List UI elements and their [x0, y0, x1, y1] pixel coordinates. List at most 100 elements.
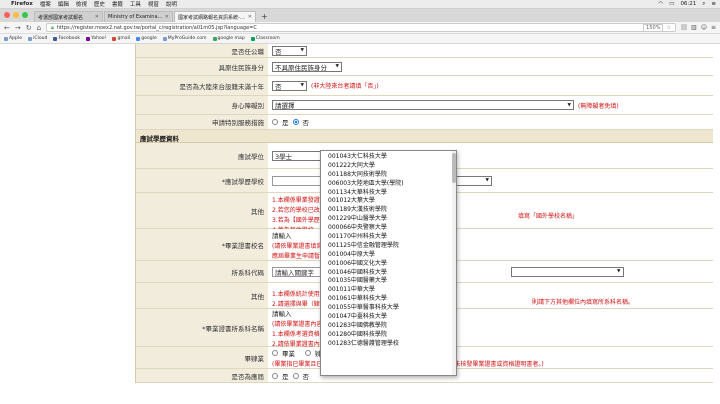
lock-icon: 🔒︎: [51, 24, 54, 31]
battery-icon[interactable]: ▭: [669, 1, 674, 7]
dropdown-option[interactable]: 001229中山醫學大學: [321, 213, 456, 222]
menu-file[interactable]: 檔案: [40, 0, 51, 8]
dropdown-option[interactable]: 001283仁德醫護管理學校: [321, 338, 456, 347]
dept-select[interactable]: ▼: [510, 266, 624, 277]
app-menu[interactable]: Firefox: [11, 1, 33, 7]
dropdown-option[interactable]: 001188大同技術學院: [321, 169, 456, 178]
aboriginal-select[interactable]: 不具原住民族身分 ▼: [272, 61, 342, 72]
menu-window[interactable]: 視窗: [148, 0, 159, 8]
library-icon[interactable]: |||: [681, 24, 687, 31]
dropdown-option[interactable]: 001012大葉大學: [321, 195, 456, 204]
window-controls: [4, 12, 28, 18]
tab-title: Ministry of Examination: [108, 14, 163, 20]
cert-school-input[interactable]: 請輸入: [272, 230, 292, 240]
school-keyword-input[interactable]: [272, 175, 326, 186]
bookmark-item[interactable]: google map: [212, 36, 245, 41]
bookmark-item[interactable]: Yahoo!: [86, 36, 106, 41]
radio-label: 否: [302, 119, 310, 127]
disability-select[interactable]: 請選擇 ▼: [272, 100, 574, 110]
graduate-yes-radio[interactable]: [272, 372, 278, 379]
bookmark-icon: [28, 36, 33, 41]
menu-history[interactable]: 歷史: [94, 0, 105, 8]
special-no-radio[interactable]: [292, 119, 299, 125]
hamburger-menu-icon[interactable]: ≡: [711, 24, 716, 31]
tab-strip: 考選部國家考試報名 ✕ Ministry of Examination ✕ 國家…: [0, 9, 720, 22]
cert-dept-input[interactable]: 請輸入: [272, 308, 292, 318]
dropdown-option[interactable]: 001170中州科技大學: [321, 231, 456, 240]
back-icon[interactable]: ←: [4, 24, 10, 32]
field-label: 所系科代碼: [136, 261, 268, 282]
menu-help[interactable]: 說明: [166, 0, 177, 8]
dropdown-option[interactable]: 001280中國科技學院: [321, 329, 456, 338]
tab-0[interactable]: 考選部國家考試報名 ✕: [34, 11, 103, 22]
graduate-no-radio[interactable]: [292, 372, 299, 379]
chevron-down-icon: ▼: [300, 48, 304, 53]
dropdown-option[interactable]: 001055中華醫事科技大學: [321, 302, 456, 311]
account-icon[interactable]: ☺: [701, 24, 707, 31]
field-label: *畢業證書校名: [136, 229, 268, 260]
dropdown-option[interactable]: 001035中國醫藥大學: [321, 275, 456, 284]
bookmark-item[interactable]: Apple: [4, 36, 22, 41]
menu-bookmarks[interactable]: 書籤: [112, 0, 123, 8]
disability-note: (無障礙者免填): [578, 102, 619, 110]
dropdown-option[interactable]: 001006中國文化大學: [321, 258, 456, 267]
dropdown-option[interactable]: 001061中華科技大學: [321, 293, 456, 302]
close-icon[interactable]: ✕: [165, 14, 169, 20]
special-yes-radio[interactable]: [272, 119, 278, 125]
dropdown-option[interactable]: 001046中國科技大學: [321, 267, 456, 276]
wifi-icon[interactable]: ◠: [658, 1, 663, 7]
minimize-window-icon[interactable]: [13, 12, 19, 18]
mainland-select[interactable]: 否 ▼: [272, 80, 307, 91]
bookmark-item[interactable]: Facebook: [53, 36, 80, 41]
tab-2[interactable]: 國家考試網路報名資訊系統-基本資料 ✕: [174, 11, 256, 22]
public-servant-select[interactable]: 否 ▼: [272, 45, 307, 56]
close-window-icon[interactable]: [4, 12, 10, 18]
radio-label: 畢業: [282, 349, 295, 358]
url-bar[interactable]: 🔒︎ https://register.moex2.nat.gov.tw/por…: [46, 23, 676, 32]
dropdown-option[interactable]: 001043大仁科技大學: [321, 151, 456, 160]
menu-tools[interactable]: 工具: [130, 0, 141, 8]
close-icon[interactable]: ✕: [95, 14, 99, 20]
dropdown-option[interactable]: 001283中國佛教學院: [321, 320, 456, 329]
menu-view[interactable]: 檢視: [76, 0, 87, 8]
radio-label: 否: [302, 372, 310, 381]
dropdown-option[interactable]: 001011中華大學: [321, 284, 456, 293]
menubar-status: ◠ ▭ 06:21 ⌕ ≡: [658, 1, 716, 8]
reload-icon[interactable]: ↻: [26, 24, 32, 32]
bookmark-icon: [112, 36, 117, 41]
maximize-window-icon[interactable]: [22, 12, 28, 18]
search-icon[interactable]: ⌕: [702, 1, 705, 8]
dropdown-option[interactable]: 001125中信金融管理學院: [321, 240, 456, 249]
school-dropdown-list[interactable]: 001043大仁科技大學 001222大同大學 001188大同技術學院 006003…: [320, 150, 457, 376]
menu-list-icon[interactable]: ≡: [711, 1, 716, 7]
bookmark-star-icon[interactable]: ☆: [666, 25, 670, 31]
bookmark-item[interactable]: MyProGuide.com: [162, 36, 207, 41]
dropdown-option[interactable]: 001222大同大學: [321, 160, 456, 169]
tab-1[interactable]: Ministry of Examination ✕: [104, 11, 173, 22]
bookmark-item[interactable]: gmail: [112, 36, 130, 41]
dropdown-option[interactable]: 001134大華科技大學: [321, 187, 456, 196]
scrollbar-thumb[interactable]: [452, 153, 456, 183]
sidebar-icon[interactable]: ▥: [691, 24, 697, 31]
graduated-radio[interactable]: [272, 349, 278, 356]
dropdown-option[interactable]: 001004中原大學: [321, 249, 456, 258]
bookmark-item[interactable]: google: [136, 36, 157, 41]
chevron-down-icon: ▼: [617, 269, 621, 274]
dropdown-option[interactable]: 006003大陸地區大學(學院): [321, 178, 456, 187]
dropout-radio[interactable]: [305, 349, 311, 356]
forward-icon[interactable]: →: [15, 24, 21, 32]
bookmark-item[interactable]: iCloud: [28, 36, 47, 41]
bookmark-item[interactable]: Classroom: [250, 36, 280, 41]
menu-edit[interactable]: 編輯: [58, 0, 69, 8]
close-icon[interactable]: ✕: [248, 14, 252, 20]
new-tab-icon[interactable]: +: [261, 12, 268, 21]
dropdown-option[interactable]: 001047中臺科技大學: [321, 311, 456, 320]
home-icon[interactable]: ⌂: [37, 24, 41, 32]
row-mainland: 是否為大陸來台設籍未滿十年 否 ▼ (非大陸來台者請填「否」): [136, 76, 713, 96]
field-label: 其他: [136, 283, 268, 308]
dropdown-option[interactable]: 000066中央警察大學: [321, 222, 456, 231]
dropdown-option[interactable]: 001189大漢技術學院: [321, 204, 456, 213]
clock[interactable]: 06:21: [680, 1, 696, 7]
zoom-level[interactable]: 150%: [643, 23, 664, 32]
dropdown-scrollbar[interactable]: [452, 151, 456, 375]
